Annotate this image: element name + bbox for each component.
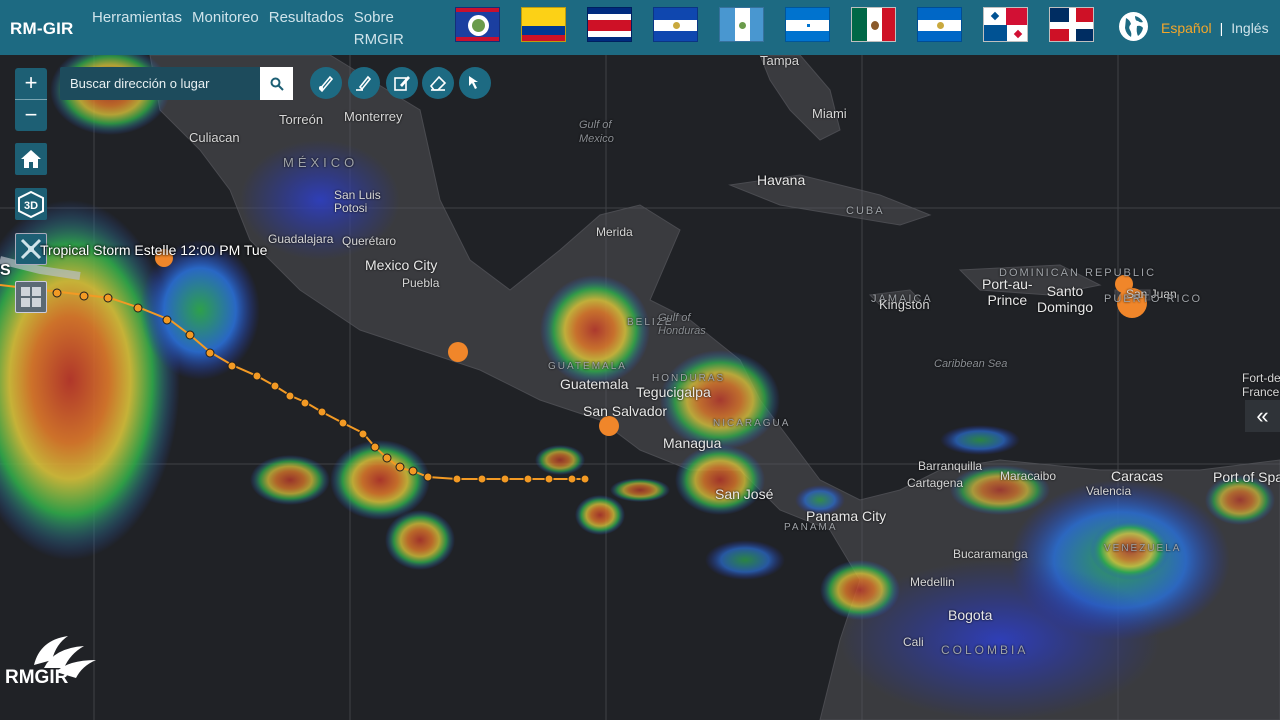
label-gulf-honduras: Gulf of Honduras xyxy=(658,312,706,337)
zoom-in-button[interactable]: + xyxy=(15,68,47,99)
nav-sobre[interactable]: Sobre RMGIR xyxy=(354,7,414,51)
flag-dominican-republic[interactable] xyxy=(1049,7,1094,42)
zoom-out-button[interactable]: − xyxy=(15,100,47,131)
label-guadalajara: Guadalajara xyxy=(268,232,334,246)
label-cali: Cali xyxy=(903,635,924,649)
logo-text: RMGIR xyxy=(5,667,69,688)
draw-point-button[interactable] xyxy=(310,67,342,99)
label-kingston: Kingston xyxy=(879,297,930,312)
erase-button[interactable] xyxy=(422,67,454,99)
nav-monitoreo[interactable]: Monitoreo xyxy=(192,7,259,51)
top-bar: RM-GIR Herramientas Monitoreo Resultados… xyxy=(0,0,1280,55)
app-title[interactable]: RM-GIR xyxy=(10,19,74,39)
flag-colombia[interactable] xyxy=(521,7,566,42)
cube-3d-icon: 3D xyxy=(18,190,44,219)
nav-herramientas[interactable]: Herramientas xyxy=(92,7,182,51)
label-gulf-mexico: Gulf of Mexico xyxy=(579,119,614,145)
eraser-icon xyxy=(429,75,447,91)
label-san-salvador: San Salvador xyxy=(583,403,668,419)
label-torreon: Torreón xyxy=(279,112,324,127)
lang-ingles[interactable]: Inglés xyxy=(1231,20,1268,36)
label-honduras: HONDURAS xyxy=(652,373,726,384)
label-san-jose: San José xyxy=(715,486,774,502)
svg-text:3D: 3D xyxy=(24,200,38,212)
draw-polygon-button[interactable] xyxy=(386,67,418,99)
label-nicaragua: NICARAGUA xyxy=(713,418,791,429)
home-button[interactable] xyxy=(15,143,47,175)
map-view[interactable]: Tampa Miami Gulf of Mexico Culiacan Torr… xyxy=(0,55,1280,720)
label-puebla: Puebla xyxy=(402,276,440,290)
grid-icon xyxy=(21,287,41,307)
label-maracaibo: Maracaibo xyxy=(1000,469,1057,483)
label-tegucigalpa: Tegucigalpa xyxy=(636,384,711,400)
flag-honduras[interactable] xyxy=(785,7,830,42)
label-cuba: CUBA xyxy=(846,205,885,217)
label-caribbean-sea: Caribbean Sea xyxy=(934,358,1008,370)
label-bogota: Bogota xyxy=(948,607,993,623)
label-queretaro: Querétaro xyxy=(342,234,397,248)
flag-mexico[interactable] xyxy=(851,7,896,42)
flag-costa-rica[interactable] xyxy=(587,7,632,42)
label-colombia: COLOMBIA xyxy=(941,643,1029,657)
lang-separator: | xyxy=(1219,20,1224,36)
flag-guatemala[interactable] xyxy=(719,7,764,42)
label-bucaramanga: Bucaramanga xyxy=(953,547,1028,561)
pencil-point-icon xyxy=(318,75,334,93)
label-guatemala-country: GUATEMALA xyxy=(548,361,627,372)
label-cartagena: Cartagena xyxy=(907,476,964,490)
label-fort-de-france: Fort-de- France xyxy=(1242,371,1280,399)
label-port-of-spain: Port of Spa xyxy=(1213,469,1280,485)
label-mexico-city: Mexico City xyxy=(365,257,438,273)
label-managua: Managua xyxy=(663,435,722,451)
pencil-line-icon xyxy=(356,75,372,91)
label-venezuela: VENEZUELA xyxy=(1104,543,1182,554)
label-puerto-rico: PUERTO RICO xyxy=(1104,293,1202,305)
edit-icon xyxy=(394,76,410,91)
basemap-gallery-button[interactable] xyxy=(15,281,47,313)
lang-espanol[interactable]: Español xyxy=(1161,20,1212,36)
draw-line-button[interactable] xyxy=(348,67,380,99)
label-monterrey: Monterrey xyxy=(344,109,403,124)
label-caracas: Caracas xyxy=(1111,468,1164,484)
search-input[interactable] xyxy=(60,67,260,100)
label-guatemala: Guatemala xyxy=(560,376,629,392)
globe-icon[interactable] xyxy=(1119,12,1148,41)
cursor-icon xyxy=(469,76,478,89)
label-miami: Miami xyxy=(812,106,847,121)
label-barranquilla: Barranquilla xyxy=(918,459,983,473)
label-havana: Havana xyxy=(757,172,806,188)
collapse-panel-button[interactable]: « xyxy=(1245,400,1280,432)
language-switch: Español | Inglés xyxy=(1161,20,1269,36)
label-port-au-prince: Port-au- Prince xyxy=(982,276,1033,308)
flag-belize[interactable] xyxy=(455,7,500,42)
label-merida: Merida xyxy=(596,225,633,239)
label-mexico-country: MÉXICO xyxy=(283,155,359,170)
search-icon xyxy=(270,77,284,91)
flag-panama[interactable] xyxy=(983,7,1028,42)
search-button[interactable] xyxy=(260,67,293,100)
label-panama-city: Panama City xyxy=(806,508,887,524)
label-culiacan: Culiacan xyxy=(189,130,240,145)
select-feature-button[interactable] xyxy=(459,67,491,99)
flag-el-salvador[interactable] xyxy=(653,7,698,42)
label-valencia: Valencia xyxy=(1086,484,1132,498)
3d-toggle-button[interactable]: 3D xyxy=(15,188,47,220)
search-box xyxy=(60,67,293,100)
zoom-control: + − xyxy=(15,68,47,131)
label-san-luis: San Luis Potosi xyxy=(334,188,381,215)
main-nav: Herramientas Monitoreo Resultados Sobre … xyxy=(92,7,414,51)
storm-label[interactable]: Tropical Storm Estelle 12:00 PM Tue xyxy=(40,242,267,258)
country-flags xyxy=(455,7,1094,42)
label-santo-domingo: Santo Domingo xyxy=(1037,283,1094,315)
label-tampa: Tampa xyxy=(760,55,800,68)
label-medellin: Medellin xyxy=(910,575,955,589)
home-icon xyxy=(21,150,41,168)
flag-nicaragua[interactable] xyxy=(917,7,962,42)
nav-resultados[interactable]: Resultados xyxy=(269,7,344,51)
storm-name: S xyxy=(0,262,11,279)
